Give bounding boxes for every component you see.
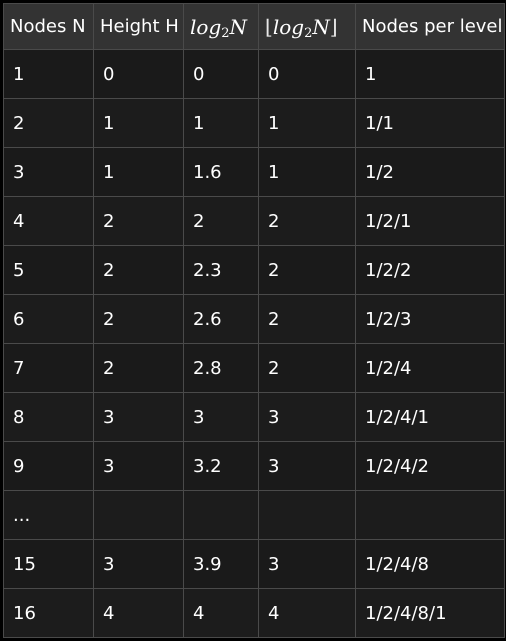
cell-log2n: 1 xyxy=(183,98,259,148)
table-row: 7 2 2.8 2 1/2/4 xyxy=(3,343,505,393)
log2n-formula: log2N xyxy=(190,14,248,41)
cell-floor-log2n: 3 xyxy=(258,392,356,442)
cell-height: 2 xyxy=(93,343,184,393)
cell-nodes-per-level: 1/2/4/1 xyxy=(355,392,505,442)
cell-nodes-per-level: 1/2 xyxy=(355,147,505,197)
cell-height: 3 xyxy=(93,539,184,589)
cell-floor-log2n: 0 xyxy=(258,49,356,99)
log-text: log xyxy=(190,14,222,39)
cell-height: 4 xyxy=(93,588,184,638)
cell-log2n: 2.8 xyxy=(183,343,259,393)
cell-log2n: 1.6 xyxy=(183,147,259,197)
cell-height: 2 xyxy=(93,196,184,246)
header-nodes-per-level: Nodes per level xyxy=(355,3,505,50)
cell-nodes: 5 xyxy=(3,245,94,295)
cell-floor-log2n: 2 xyxy=(258,343,356,393)
cell-nodes-per-level: 1/2/4/2 xyxy=(355,441,505,491)
cell-nodes: 4 xyxy=(3,196,94,246)
floor-right-bracket: ⌋ xyxy=(329,14,338,39)
cell-floor-log2n: 1 xyxy=(258,98,356,148)
cell-nodes-per-level xyxy=(355,490,505,540)
cell-log2n xyxy=(183,490,259,540)
cell-nodes: 6 xyxy=(3,294,94,344)
cell-nodes: 3 xyxy=(3,147,94,197)
floor-log2n-formula: ⌊log2N⌋ xyxy=(265,14,338,40)
cell-log2n: 3.2 xyxy=(183,441,259,491)
cell-log2n: 2.6 xyxy=(183,294,259,344)
table-body: 1 0 0 0 1 2 1 1 1 1/1 3 1 1.6 1 1/2 4 2 2 2 1/2/1 5 2 2.3 2 1/2/… xyxy=(3,49,505,638)
data-table-container: Nodes N Height H log2N ⌊log2N⌋ Nodes per… xyxy=(0,0,506,641)
log-variable: N xyxy=(229,14,248,39)
table-row: 10001 xyxy=(3,49,505,99)
log-subscript: 2 xyxy=(221,25,230,41)
cell-height: 3 xyxy=(93,392,184,442)
cell-floor-log2n: 2 xyxy=(258,196,356,246)
cell-log2n: 4 xyxy=(183,588,259,638)
cell-height: 1 xyxy=(93,147,184,197)
table-row: 16 4 4 4 1/2/4/8/1 xyxy=(3,588,505,638)
cell-height xyxy=(93,490,184,540)
header-floor-log2n: ⌊log2N⌋ xyxy=(258,3,356,50)
table-row: 6 2 2.6 2 1/2/3 xyxy=(3,294,505,344)
floor-log-variable: N xyxy=(312,14,330,39)
cell-nodes-per-level: 1/2/1 xyxy=(355,196,505,246)
floor-left-bracket: ⌊ xyxy=(265,14,273,39)
cell-nodes: 16 xyxy=(3,588,94,638)
cell-nodes-per-level: 1/2/4 xyxy=(355,343,505,393)
cell-floor-log2n xyxy=(258,490,356,540)
cell-floor-log2n: 3 xyxy=(258,441,356,491)
cell-height: 2 xyxy=(93,294,184,344)
cell-nodes: 1 xyxy=(3,49,94,99)
binary-tree-height-table: Nodes N Height H log2N ⌊log2N⌋ Nodes per… xyxy=(3,3,505,638)
cell-log2n: 0 xyxy=(183,49,259,99)
table-row: ... xyxy=(3,490,505,540)
cell-nodes: 15 xyxy=(3,539,94,589)
cell-height: 1 xyxy=(93,98,184,148)
cell-floor-log2n: 1 xyxy=(258,147,356,197)
table-row: 9 3 3.2 3 1/2/4/2 xyxy=(3,441,505,491)
table-row: 5 2 2.3 2 1/2/2 xyxy=(3,245,505,295)
cell-log2n: 3 xyxy=(183,392,259,442)
table-row: 15 3 3.9 3 1/2/4/8 xyxy=(3,539,505,589)
table-row: 3 1 1.6 1 1/2 xyxy=(3,147,505,197)
cell-nodes: 9 xyxy=(3,441,94,491)
table-header-row: Nodes N Height H log2N ⌊log2N⌋ Nodes per… xyxy=(3,3,505,50)
cell-log2n: 2 xyxy=(183,196,259,246)
cell-nodes-per-level: 1/2/4/8/1 xyxy=(355,588,505,638)
cell-log2n: 3.9 xyxy=(183,539,259,589)
cell-log2n: 2.3 xyxy=(183,245,259,295)
table-row: 2 1 1 1 1/1 xyxy=(3,98,505,148)
cell-floor-log2n: 2 xyxy=(258,245,356,295)
cell-floor-log2n: 4 xyxy=(258,588,356,638)
floor-log-text: log xyxy=(272,14,305,39)
cell-floor-log2n: 2 xyxy=(258,294,356,344)
cell-floor-log2n: 3 xyxy=(258,539,356,589)
header-height: Height H xyxy=(93,3,184,50)
cell-nodes: 2 xyxy=(3,98,94,148)
cell-nodes-per-level: 1/1 xyxy=(355,98,505,148)
cell-height: 2 xyxy=(93,245,184,295)
table-row: 4 2 2 2 1/2/1 xyxy=(3,196,505,246)
cell-nodes: 7 xyxy=(3,343,94,393)
cell-nodes-per-level: 1/2/2 xyxy=(355,245,505,295)
cell-height: 3 xyxy=(93,441,184,491)
table-row: 8 3 3 3 1/2/4/1 xyxy=(3,392,505,442)
cell-nodes-per-level: 1/2/4/8 xyxy=(355,539,505,589)
header-log2n: log2N xyxy=(183,3,259,50)
cell-height: 0 xyxy=(93,49,184,99)
cell-nodes-per-level: 1/2/3 xyxy=(355,294,505,344)
cell-nodes: ... xyxy=(3,490,94,540)
cell-nodes: 8 xyxy=(3,392,94,442)
cell-nodes-per-level: 1 xyxy=(355,49,505,99)
header-nodes: Nodes N xyxy=(3,3,94,50)
